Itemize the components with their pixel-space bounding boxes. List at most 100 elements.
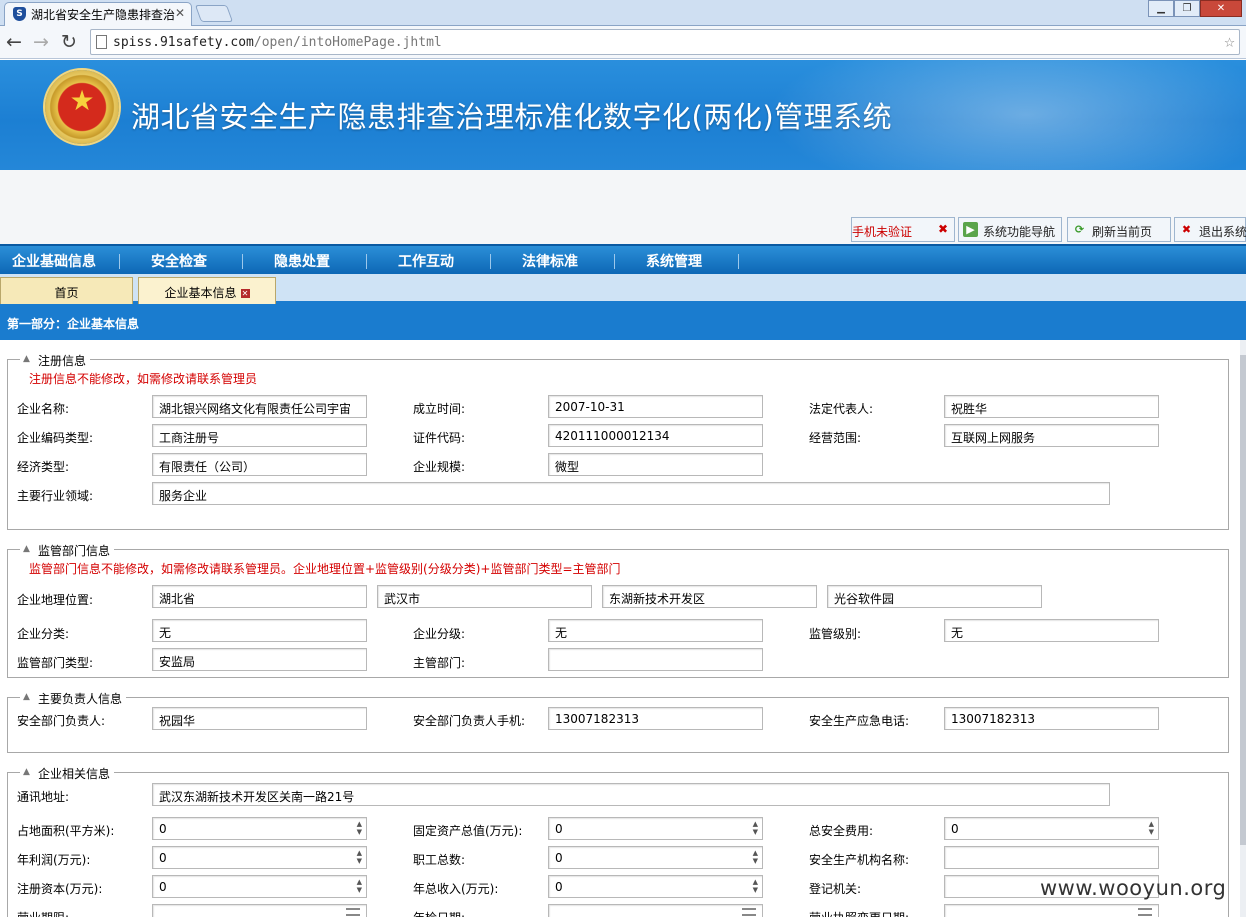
spinner-icon[interactable]: ▲ ▼ xyxy=(753,878,758,894)
annual-check-label: 年检日期: xyxy=(413,909,465,917)
profit-stepper[interactable]: 0 ▲ ▼ xyxy=(152,846,367,869)
scrollbar-thumb[interactable] xyxy=(1240,355,1246,845)
forward-icon[interactable]: → xyxy=(33,32,49,52)
safety-cost-stepper[interactable]: 0 ▲ ▼ xyxy=(944,817,1159,840)
tab-close-icon[interactable]: ✕ xyxy=(175,6,185,20)
industry-field[interactable]: 服务企业 xyxy=(152,482,1110,505)
employees-stepper[interactable]: 0 ▲ ▼ xyxy=(548,846,763,869)
license-change-date-field[interactable] xyxy=(944,904,1159,917)
park-field[interactable]: 光谷软件园 xyxy=(827,585,1042,608)
nav-guide-label: 系统功能导航 xyxy=(983,225,1056,239)
refresh-icon: ⟳ xyxy=(1074,223,1085,236)
calendar-icon[interactable] xyxy=(346,908,360,916)
established-field[interactable]: 2007-10-31 xyxy=(548,395,763,418)
maximize-icon[interactable]: ❐ xyxy=(1174,0,1200,17)
safety-head-field[interactable]: 祝园华 xyxy=(152,707,367,730)
dept-type-label: 监管部门类型: xyxy=(17,656,94,670)
capital-stepper[interactable]: 0 ▲ ▼ xyxy=(152,875,367,898)
menu-hazard-handling[interactable]: 隐患处置 xyxy=(274,251,330,271)
safety-phone-field[interactable]: 13007182313 xyxy=(548,707,763,730)
profit-label: 年利润(万元): xyxy=(17,853,91,867)
reg-authority-label: 登记机关: xyxy=(809,882,862,896)
related-legend[interactable]: ▲ 企业相关信息 xyxy=(20,765,115,782)
cert-code-field[interactable]: 420111000012134 xyxy=(548,424,763,447)
code-type-label: 企业编码类型: xyxy=(17,431,94,445)
main-menu: 企业基础信息 安全检查 隐患处置 工作互动 法律标准 系统管理 xyxy=(0,244,1246,274)
revenue-stepper[interactable]: 0 ▲ ▼ xyxy=(548,875,763,898)
tab-home[interactable]: 首页 xyxy=(0,277,133,304)
spinner-icon[interactable]: ▲ ▼ xyxy=(753,820,758,836)
supervision-legend[interactable]: ▲ 监管部门信息 xyxy=(20,542,115,559)
scope-field[interactable]: 互联网上网服务 xyxy=(944,424,1159,447)
biz-term-date-field[interactable] xyxy=(152,904,367,917)
browser-tab[interactable]: S 湖北省安全生产隐患排查治 ✕ xyxy=(4,2,192,26)
url-host: spiss.91safety.com xyxy=(113,35,254,50)
window-close-icon[interactable]: ✕ xyxy=(1200,0,1242,17)
watermark: www.wooyun.org xyxy=(1040,876,1227,900)
fixed-assets-stepper[interactable]: 0 ▲ ▼ xyxy=(548,817,763,840)
tab-home-label: 首页 xyxy=(54,286,79,300)
tab-company-info[interactable]: 企业基本信息 ✕ xyxy=(138,277,276,304)
tab-close-icon[interactable]: ✕ xyxy=(240,289,250,298)
page-scrollbar[interactable] xyxy=(1240,340,1246,917)
bookmark-star-icon[interactable]: ☆ xyxy=(1224,31,1235,52)
exit-icon: ✖ xyxy=(1181,223,1192,236)
section-header: 第一部分：企业基本信息 xyxy=(0,304,1246,340)
fixed-assets-label: 固定资产总值(万元): xyxy=(413,824,523,838)
province-field[interactable]: 湖北省 xyxy=(152,585,367,608)
employees-label: 职工总数: xyxy=(413,853,466,867)
econ-type-field[interactable]: 有限责任（公司） xyxy=(152,453,367,476)
minimize-icon[interactable]: ▁ xyxy=(1148,0,1174,17)
refresh-page-button[interactable]: ⟳ 刷新当前页 xyxy=(1067,217,1171,242)
calendar-icon[interactable] xyxy=(742,908,756,916)
code-type-field[interactable]: 工商注册号 xyxy=(152,424,367,447)
menu-system-admin[interactable]: 系统管理 xyxy=(646,251,702,271)
spinner-icon[interactable]: ▲ ▼ xyxy=(357,849,362,865)
location-label: 企业地理位置: xyxy=(17,593,94,607)
page-tab-strip: 首页 企业基本信息 ✕ xyxy=(0,274,1246,304)
level-field[interactable]: 无 xyxy=(944,619,1159,642)
spinner-icon[interactable]: ▲ ▼ xyxy=(357,820,362,836)
collapse-icon: ▲ xyxy=(23,354,30,364)
category-field[interactable]: 无 xyxy=(152,619,367,642)
back-icon[interactable]: ← xyxy=(6,32,22,52)
grade-field[interactable]: 无 xyxy=(548,619,763,642)
grade-label: 企业分级: xyxy=(413,627,466,641)
calendar-icon[interactable] xyxy=(1138,908,1152,916)
window-controls: ▁ ❐ ✕ xyxy=(1148,0,1242,17)
district-field[interactable]: 东湖新技术开发区 xyxy=(602,585,817,608)
spinner-icon[interactable]: ▲ ▼ xyxy=(1149,820,1154,836)
city-field[interactable]: 武汉市 xyxy=(377,585,592,608)
emergency-field[interactable]: 13007182313 xyxy=(944,707,1159,730)
responsible-legend[interactable]: ▲ 主要负责人信息 xyxy=(20,690,127,707)
site-favicon-icon: S xyxy=(13,7,26,21)
area-stepper[interactable]: 0 ▲ ▼ xyxy=(152,817,367,840)
safety-org-field[interactable] xyxy=(944,846,1159,869)
dept-type-field[interactable]: 安监局 xyxy=(152,648,367,671)
logout-button[interactable]: ✖ 退出系统 xyxy=(1174,217,1246,242)
industry-label: 主要行业领域: xyxy=(17,489,94,503)
competent-field[interactable] xyxy=(548,648,763,671)
url-path: /open/intoHomePage.jhtml xyxy=(253,35,442,50)
scale-field[interactable]: 微型 xyxy=(548,453,763,476)
new-tab-button[interactable] xyxy=(194,5,234,22)
spinner-icon[interactable]: ▲ ▼ xyxy=(753,849,758,865)
legal-rep-field[interactable]: 祝胜华 xyxy=(944,395,1159,418)
system-title: 湖北省安全生产隐患排查治理标准化数字化(两化)管理系统 xyxy=(131,100,893,134)
company-name-field[interactable]: 湖北银兴网络文化有限责任公司宇宙 xyxy=(152,395,367,418)
menu-law-standards[interactable]: 法律标准 xyxy=(522,251,578,271)
registration-legend[interactable]: ▲ 注册信息 xyxy=(20,352,91,369)
menu-company-info[interactable]: 企业基础信息 xyxy=(12,251,96,271)
supervision-notice: 监管部门信息不能修改，如需修改请联系管理员。企业地理位置+监管级别(分级分类)+… xyxy=(29,562,621,576)
reload-icon[interactable]: ↻ xyxy=(61,32,77,52)
menu-safety-check[interactable]: 安全检查 xyxy=(151,251,207,271)
cert-code-label: 证件代码: xyxy=(413,431,466,445)
annual-check-date-field[interactable] xyxy=(548,904,763,917)
nav-guide-button[interactable]: ▶ 系统功能导航 xyxy=(958,217,1062,242)
spinner-icon[interactable]: ▲ ▼ xyxy=(357,878,362,894)
address-bar[interactable]: spiss.91safety.com/open/intoHomePage.jht… xyxy=(90,29,1240,55)
phone-unverified-button[interactable]: 手机未验证 ✖ xyxy=(851,217,955,242)
menu-interaction[interactable]: 工作互动 xyxy=(398,251,454,271)
address-field[interactable]: 武汉东湖新技术开发区关南一路21号 xyxy=(152,783,1110,806)
safety-head-label: 安全部门负责人: xyxy=(17,714,106,728)
